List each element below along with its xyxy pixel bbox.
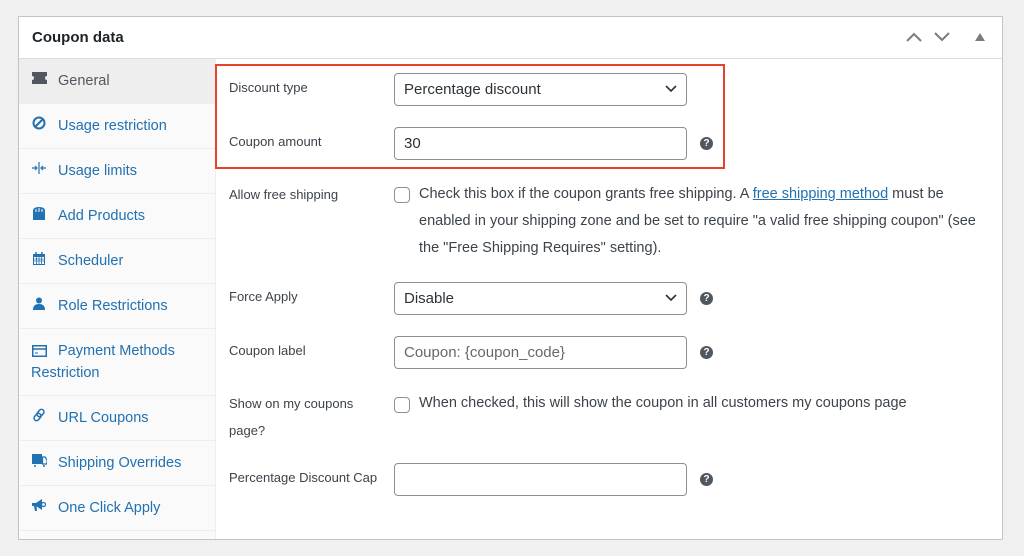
- sidebar-item-payment-methods-restriction[interactable]: Payment Methods Restriction: [19, 329, 215, 396]
- sidebar-item-usage-restriction[interactable]: Usage restriction: [19, 104, 215, 149]
- move-down-button[interactable]: [932, 27, 952, 47]
- coupon-amount-label: Coupon amount: [229, 134, 322, 149]
- megaphone-icon: [31, 497, 47, 513]
- free-shipping-method-link[interactable]: free shipping method: [753, 186, 888, 202]
- user-icon: [31, 295, 47, 311]
- limits-icon: [31, 160, 47, 176]
- ticket-icon: [31, 70, 47, 86]
- panel-title: Coupon data: [32, 29, 124, 46]
- truck-icon: [31, 452, 47, 468]
- coupon-data-panel: Coupon data General Usage restriction Us…: [18, 16, 1003, 540]
- help-icon[interactable]: ?: [700, 346, 713, 359]
- sidebar-item-url-coupons[interactable]: URL Coupons: [19, 396, 215, 441]
- move-up-button[interactable]: [904, 27, 924, 47]
- help-icon[interactable]: ?: [700, 292, 713, 305]
- coupon-label-input[interactable]: Coupon: {coupon_code}: [394, 336, 687, 369]
- coupon-label-label: Coupon label: [229, 343, 306, 358]
- sidebar-item-scheduler[interactable]: Scheduler: [19, 239, 215, 284]
- sidebar-item-general[interactable]: General: [19, 59, 215, 104]
- sidebar-item-add-products[interactable]: Add Products: [19, 194, 215, 239]
- percentage-discount-cap-input[interactable]: [394, 463, 687, 496]
- block-icon: [31, 115, 47, 131]
- show-on-my-coupons-description: When checked, this will show the coupon …: [419, 395, 907, 411]
- sidebar-item-role-restrictions[interactable]: Role Restrictions: [19, 284, 215, 329]
- toggle-panel-button[interactable]: [970, 27, 990, 47]
- calendar-icon: [31, 250, 47, 266]
- chevron-up-icon: [906, 32, 922, 42]
- force-apply-label: Force Apply: [229, 289, 298, 304]
- chevron-down-icon: [665, 294, 677, 302]
- force-apply-select[interactable]: Disable: [394, 282, 687, 315]
- coupon-amount-input[interactable]: 30: [394, 127, 687, 160]
- free-shipping-description: Check this box if the coupon grants free…: [419, 186, 976, 256]
- sidebar-item-usage-limits[interactable]: Usage limits: [19, 149, 215, 194]
- coupon-sidebar: General Usage restriction Usage limits A…: [19, 59, 216, 539]
- bag-icon: [31, 205, 47, 221]
- chevron-down-icon: [665, 85, 677, 93]
- discount-type-select[interactable]: Percentage discount: [394, 73, 687, 106]
- sidebar-item-shipping-overrides[interactable]: Shipping Overrides: [19, 441, 215, 486]
- help-icon[interactable]: ?: [700, 137, 713, 150]
- link-icon: [31, 407, 47, 423]
- discount-type-label: Discount type: [229, 80, 308, 95]
- triangle-up-icon: [975, 33, 985, 41]
- chevron-down-icon: [934, 32, 950, 42]
- allow-free-shipping-label: Allow free shipping: [229, 187, 339, 202]
- coupon-general-panel: Discount type Percentage discount Coupon…: [216, 59, 1002, 539]
- show-on-my-coupons-label: Show on my coupons page?: [229, 396, 354, 438]
- percentage-discount-cap-label: Percentage Discount Cap: [229, 470, 378, 485]
- show-on-my-coupons-checkbox[interactable]: [394, 397, 410, 413]
- card-icon: [31, 343, 47, 359]
- sidebar-item-one-click-apply[interactable]: One Click Apply: [19, 486, 215, 531]
- help-icon[interactable]: ?: [700, 473, 713, 486]
- panel-header: Coupon data: [19, 17, 1002, 59]
- free-shipping-checkbox[interactable]: [394, 187, 410, 203]
